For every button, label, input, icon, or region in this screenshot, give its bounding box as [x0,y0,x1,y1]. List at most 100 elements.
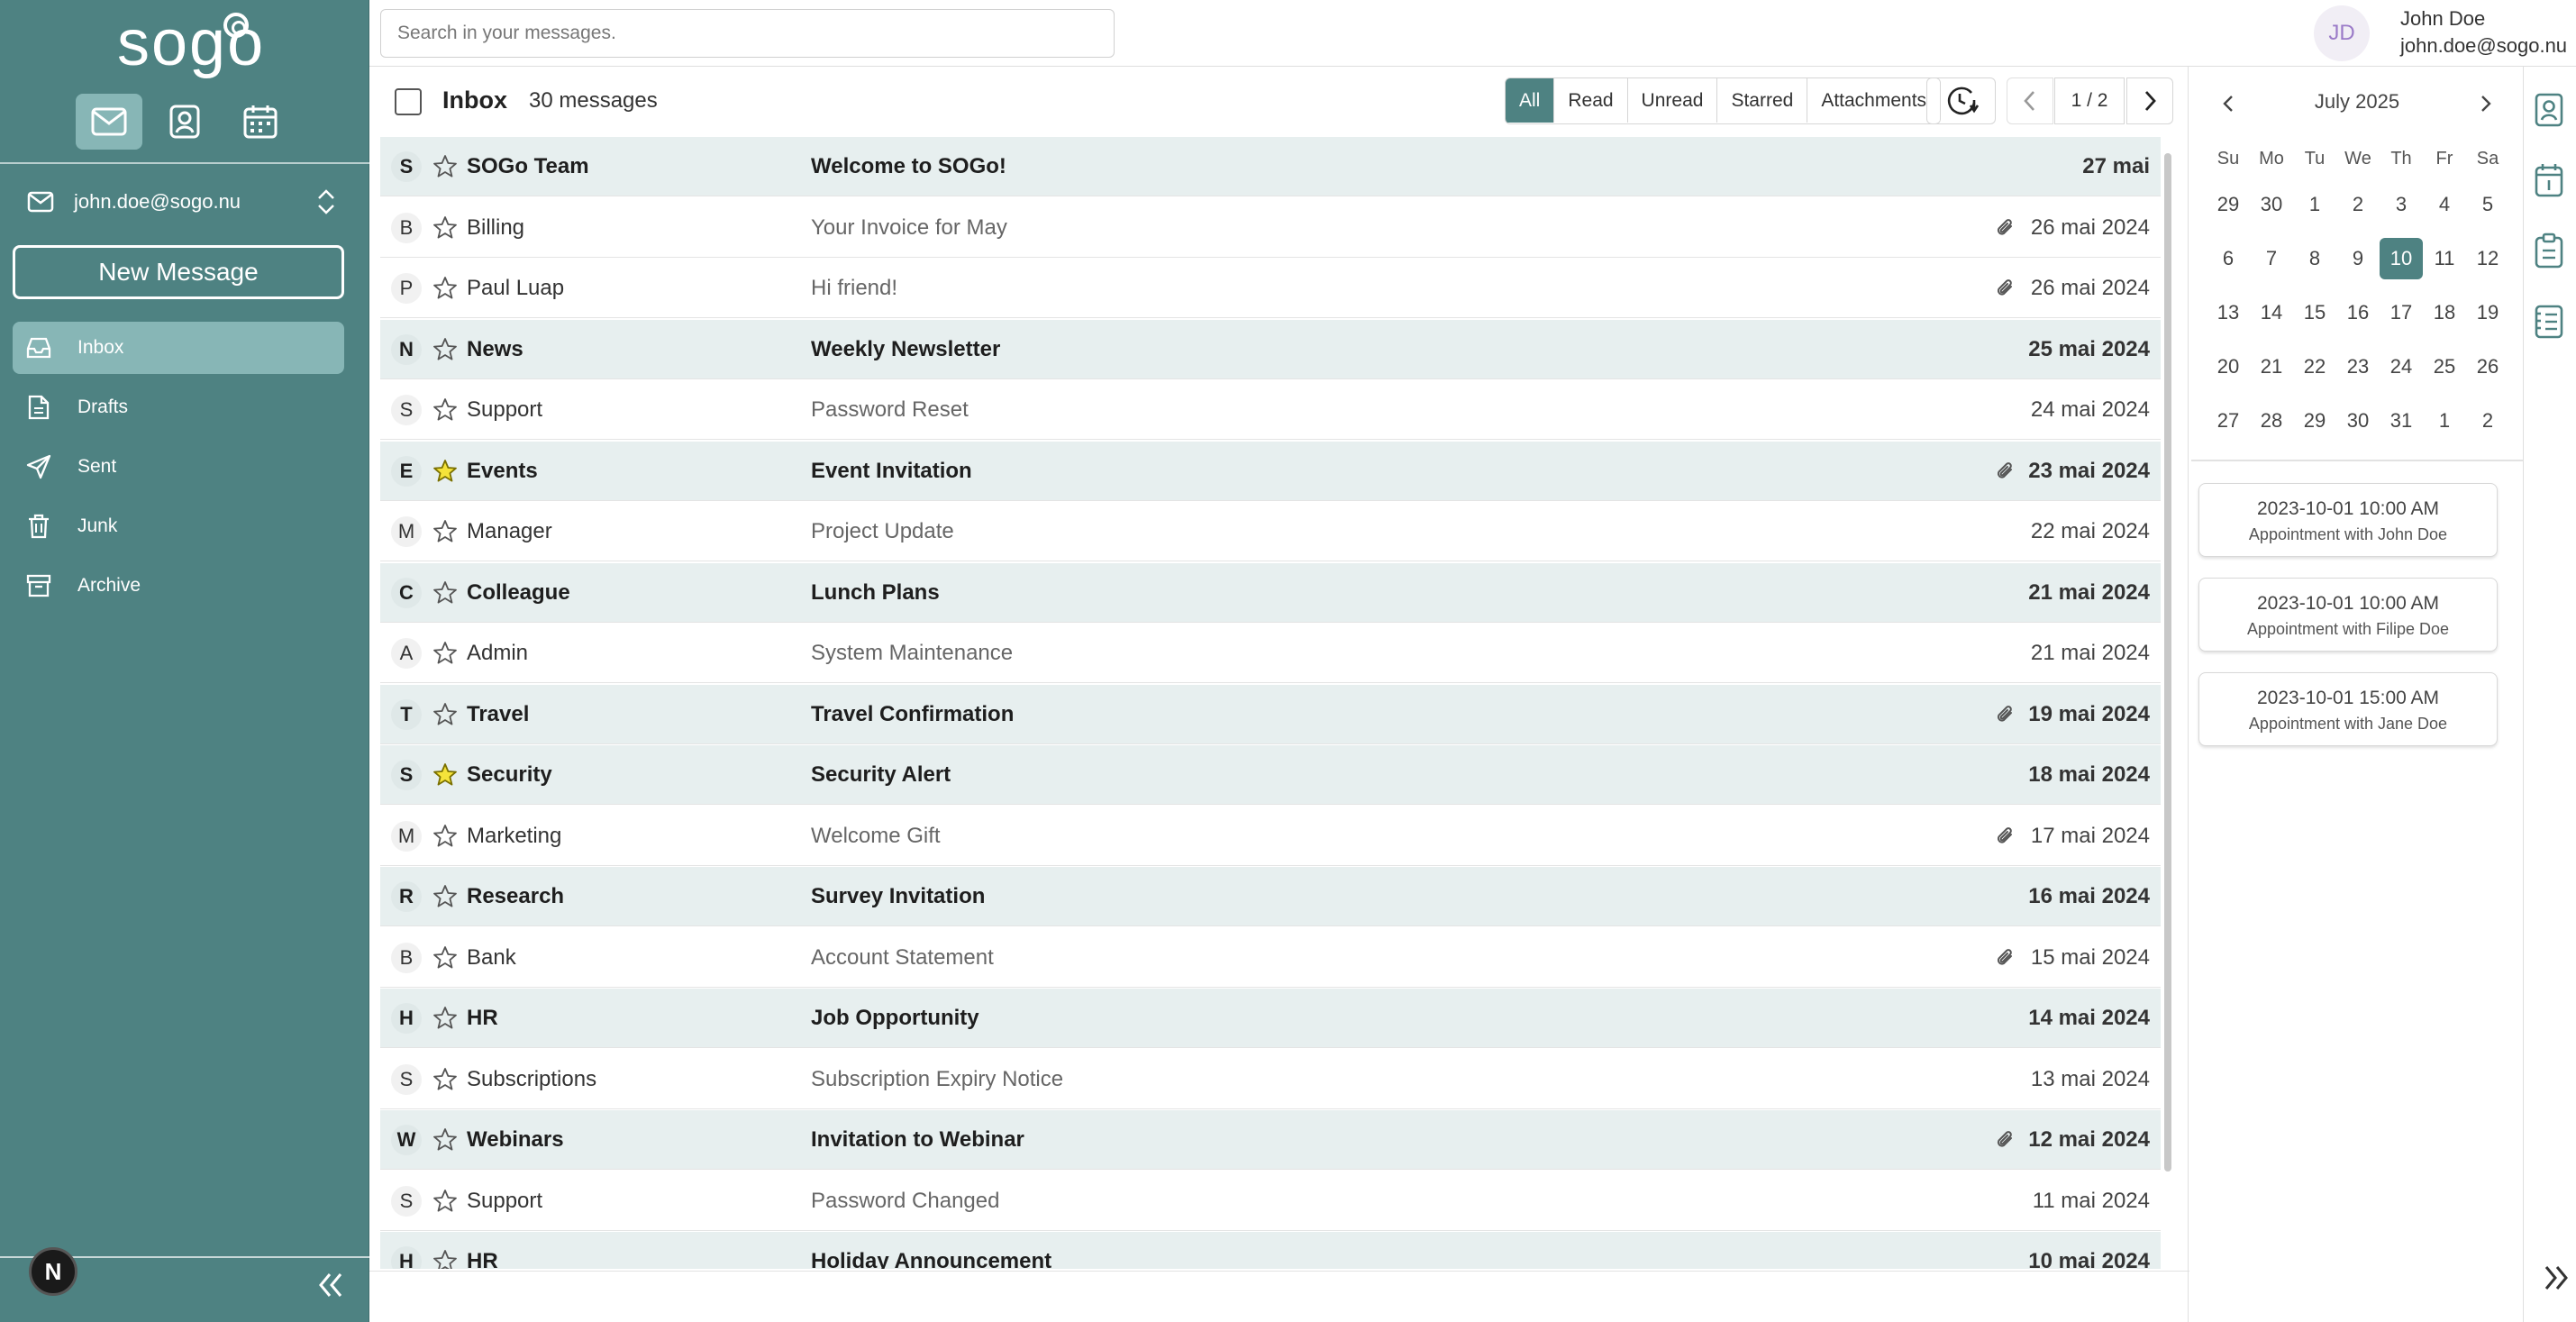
calendar-day[interactable]: 24 [2380,346,2423,387]
table-row[interactable]: N News Weekly Newsletter 25 mai 2024 [380,319,2161,379]
calendar-day[interactable]: 28 [2250,400,2293,442]
calendar-day[interactable]: 29 [2207,184,2250,225]
star-icon[interactable] [432,1249,458,1269]
calendar-day[interactable]: 29 [2293,400,2336,442]
star-icon[interactable] [432,397,458,423]
table-row[interactable]: S SOGo Team Welcome to SOGo! 27 mai [380,137,2161,196]
appointment-card[interactable]: 2023-10-01 10:00 AM Appointment with Fil… [2198,578,2498,652]
avatar[interactable]: JD [2314,5,2370,61]
star-icon[interactable] [432,824,458,849]
filter-attachments-button[interactable]: Attachments [1807,78,1941,123]
star-icon[interactable] [432,215,458,241]
calendar-day[interactable]: 16 [2336,292,2380,333]
star-icon[interactable] [432,276,458,301]
table-row[interactable]: B Bank Account Statement 15 mai 2024 [380,927,2161,988]
previous-page-button[interactable] [2007,77,2053,124]
table-row[interactable]: E Events Event Invitation 23 mai 2024 [380,441,2161,501]
table-row[interactable]: H HR Holiday Announcement 10 mai 2024 [380,1232,2161,1269]
calendar-day[interactable]: 17 [2380,292,2423,333]
star-icon[interactable] [432,519,458,544]
table-row[interactable]: M Manager Project Update 22 mai 2024 [380,502,2161,561]
filter-read-button[interactable]: Read [1554,78,1628,123]
calendar-day[interactable]: 18 [2423,292,2466,333]
calendar-day[interactable]: 6 [2207,238,2250,279]
sidebar-item-inbox[interactable]: Inbox [13,322,344,374]
calendar-day[interactable]: 13 [2207,292,2250,333]
table-row[interactable]: M Marketing Welcome Gift 17 mai 2024 [380,806,2161,866]
calendar-day[interactable]: 31 [2380,400,2423,442]
calendar-day[interactable]: 3 [2380,184,2423,225]
calendar-day[interactable]: 2 [2466,400,2509,442]
calendar-day[interactable]: 2 [2336,184,2380,225]
star-icon[interactable] [432,1067,458,1092]
table-row[interactable]: S Support Password Reset 24 mai 2024 [380,380,2161,440]
table-row[interactable]: R Research Survey Invitation 16 mai 2024 [380,867,2161,926]
table-row[interactable]: S Support Password Changed 11 mai 2024 [380,1171,2161,1231]
star-icon[interactable] [432,337,458,362]
table-row[interactable]: A Admin System Maintenance 21 mai 2024 [380,624,2161,683]
search-input[interactable] [380,9,1115,58]
calendar-day[interactable]: 4 [2423,184,2466,225]
sort-by-date-button[interactable] [1926,77,1996,124]
star-icon[interactable] [432,945,458,971]
calendar-day[interactable]: 11 [2423,238,2466,279]
calendar-day[interactable]: 23 [2336,346,2380,387]
calendar-day[interactable]: 1 [2423,400,2466,442]
calendar-day[interactable]: 30 [2250,184,2293,225]
account-selector[interactable]: john.doe@sogo.nu [27,180,338,223]
star-icon[interactable] [432,702,458,727]
star-icon[interactable] [432,1189,458,1214]
calendar-day[interactable]: 20 [2207,346,2250,387]
star-icon[interactable] [432,154,458,179]
collapse-sidebar-icon[interactable] [314,1269,346,1301]
filter-starred-button[interactable]: Starred [1717,78,1808,123]
table-row[interactable]: P Paul Luap Hi friend! 26 mai 2024 [380,259,2161,318]
table-row[interactable]: C Colleague Lunch Plans 21 mai 2024 [380,562,2161,623]
filter-all-button[interactable]: All [1506,78,1555,123]
calendar-day[interactable]: 8 [2293,238,2336,279]
star-icon[interactable] [432,762,458,788]
table-row[interactable]: W Webinars Invitation to Webinar 12 mai 202… [380,1110,2161,1170]
calendar-day[interactable]: 9 [2336,238,2380,279]
star-icon[interactable] [432,641,458,666]
table-row[interactable]: H HR Job Opportunity 14 mai 2024 [380,989,2161,1048]
calendar-day[interactable]: 22 [2293,346,2336,387]
calendar-day[interactable]: 14 [2250,292,2293,333]
calendar-day[interactable]: 15 [2293,292,2336,333]
calendar-day[interactable]: 10 [2380,238,2423,279]
calendar-day[interactable]: 30 [2336,400,2380,442]
notes-list-icon[interactable] [2534,303,2564,339]
star-icon[interactable] [432,580,458,606]
table-row[interactable]: T Travel Travel Confirmation 19 mai 2024 [380,684,2161,744]
sidebar-item-drafts[interactable]: Drafts [13,381,344,433]
contacts-icon[interactable] [2534,92,2564,128]
app-calendar-button[interactable] [227,94,294,150]
tasks-icon[interactable] [2534,232,2564,269]
message-list-scrollbar[interactable] [2164,153,2171,1172]
table-row[interactable]: B Billing Your Invoice for May 26 mai 2024 [380,197,2161,258]
calendar-day[interactable]: 21 [2250,346,2293,387]
new-message-button[interactable]: New Message [13,245,344,299]
calendar-day[interactable]: 5 [2466,184,2509,225]
calendar-day[interactable]: 19 [2466,292,2509,333]
star-icon[interactable] [432,1006,458,1031]
star-icon[interactable] [432,459,458,484]
sidebar-item-archive[interactable]: Archive [13,560,344,612]
calendar-day[interactable]: 1 [2293,184,2336,225]
app-contacts-button[interactable] [151,94,218,150]
calendar-day[interactable]: 25 [2423,346,2466,387]
sidebar-item-junk[interactable]: Junk [13,500,344,552]
star-icon[interactable] [432,1127,458,1153]
table-row[interactable]: S Security Security Alert 18 mai 2024 [380,745,2161,805]
table-row[interactable]: S Subscriptions Subscription Expiry Notice… [380,1049,2161,1109]
calendar-next-month-icon[interactable] [2472,90,2499,117]
next-page-button[interactable] [2126,77,2173,124]
star-icon[interactable] [432,884,458,909]
appointment-card[interactable]: 2023-10-01 10:00 AM Appointment with Joh… [2198,483,2498,557]
calendar-day[interactable]: 12 [2466,238,2509,279]
filter-unread-button[interactable]: Unread [1627,78,1718,123]
next-badge[interactable]: N [29,1247,77,1296]
calendar-day[interactable]: 27 [2207,400,2250,442]
appointment-card[interactable]: 2023-10-01 15:00 AM Appointment with Jan… [2198,672,2498,746]
calendar-day-icon[interactable] [2534,162,2564,198]
